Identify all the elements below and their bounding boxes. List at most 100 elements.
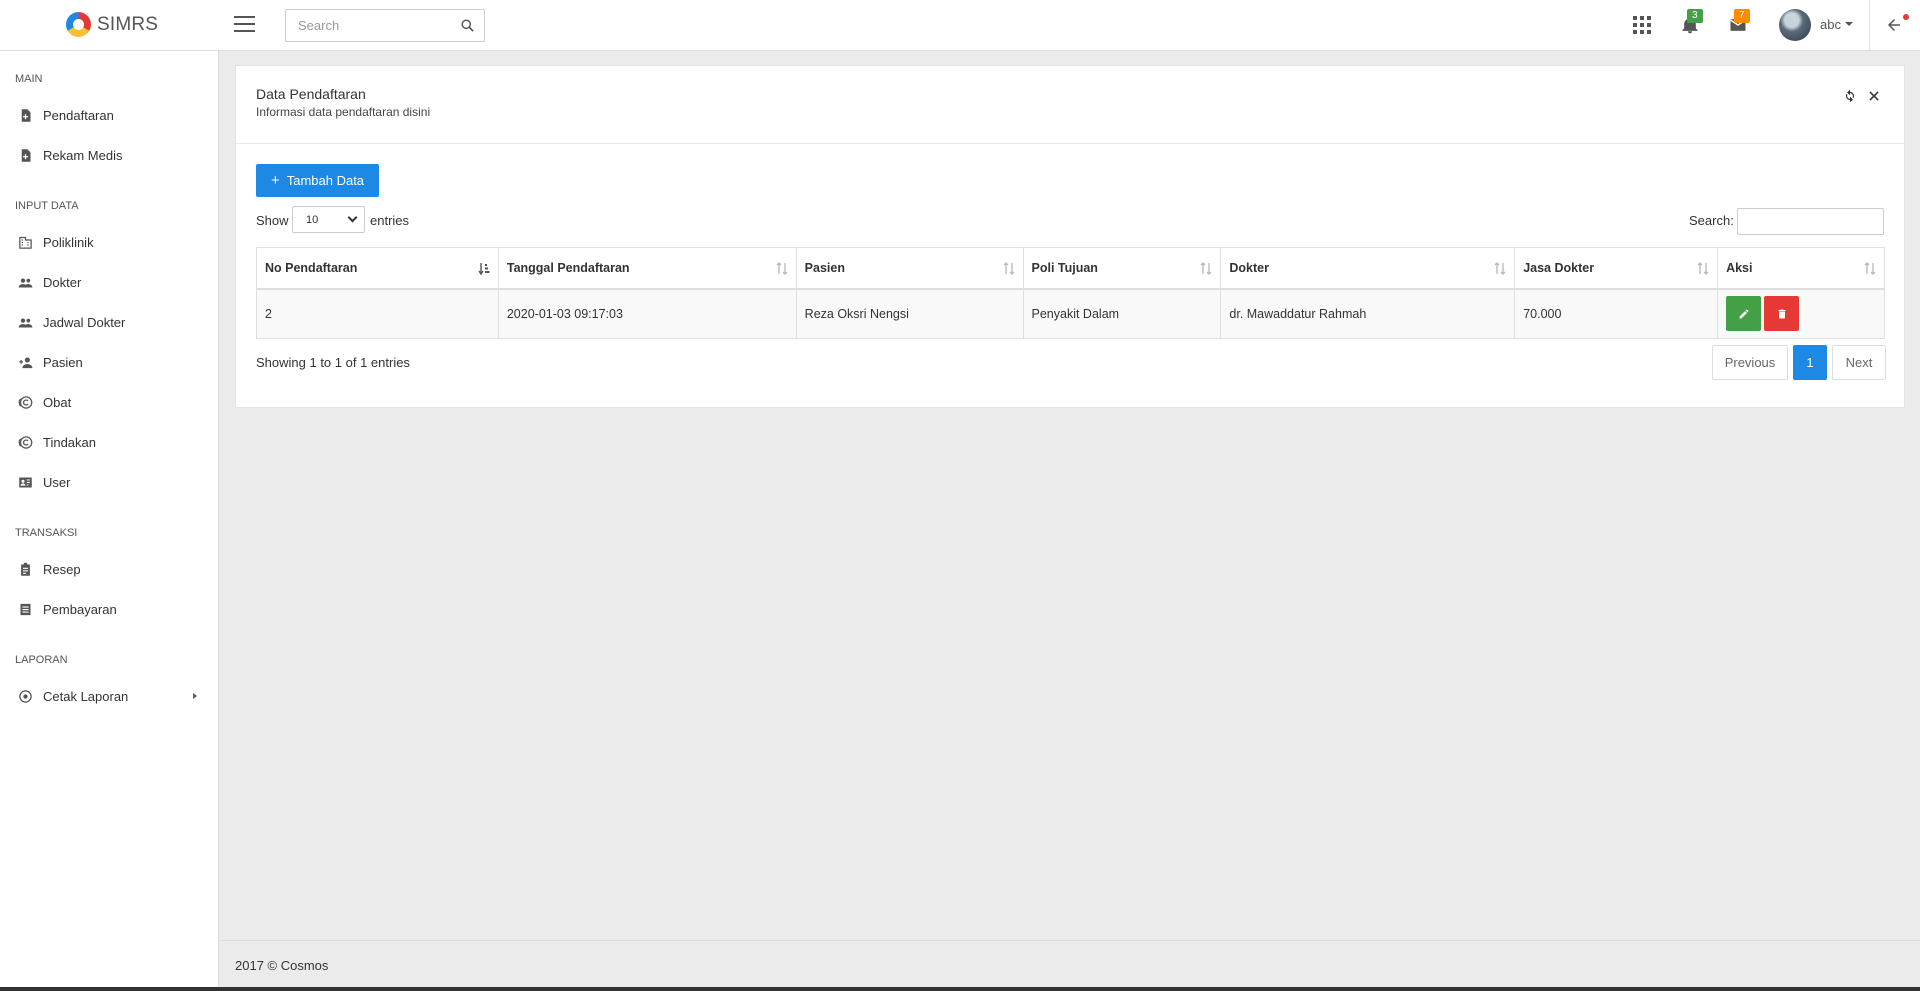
entries-select-value: 10 [306, 213, 319, 226]
building-icon [19, 236, 32, 249]
column-label: Tanggal Pendaftaran [506, 260, 630, 275]
sidebar-item-label: Obat [43, 394, 72, 410]
sidebar-item-rekam-medis[interactable]: Rekam Medis [0, 137, 218, 173]
column-header-aksi[interactable]: Aksi [1717, 247, 1885, 290]
entries-select[interactable]: 10 [292, 206, 365, 233]
sidebar-item-label: Jadwal Dokter [43, 314, 126, 330]
sidebar-section-transaksi: TRANSAKSI [15, 527, 78, 539]
brand-logo [66, 12, 91, 37]
delete-button[interactable] [1764, 296, 1800, 332]
column-header-dokter[interactable]: Dokter [1220, 247, 1516, 290]
user-name[interactable]: abc [1820, 17, 1841, 32]
sidebar-item-pendaftaran[interactable]: Pendaftaran [0, 97, 218, 133]
column-header-tanggal-pendaftaran[interactable]: Tanggal Pendaftaran [497, 247, 797, 290]
pagination-next[interactable]: Next [1832, 345, 1886, 380]
table-header-row: No Pendaftaran Tanggal Pendaftaran Pasie… [256, 247, 1885, 290]
table-row: 2 2020-01-03 09:17:03 Reza Oksri Nengsi … [256, 288, 1885, 339]
divider [1869, 0, 1870, 50]
add-data-label: Tambah Data [286, 173, 365, 188]
column-label: Jasa Dokter [1523, 260, 1595, 275]
sidebar-item-dokter[interactable]: Dokter [0, 264, 218, 300]
close-icon[interactable] [1867, 89, 1881, 103]
pencil-icon [1739, 309, 1749, 319]
clipboard-icon [21, 562, 30, 576]
footer: 2017 © Cosmos [219, 940, 1920, 991]
sidebar-item-jadwal-dokter[interactable]: Jadwal Dokter [0, 304, 218, 340]
column-header-pasien[interactable]: Pasien [795, 247, 1024, 290]
logout-arrow-icon[interactable] [1884, 16, 1904, 34]
column-header-jasa-dokter[interactable]: Jasa Dokter [1514, 247, 1719, 290]
sidebar-item-label: Pembayaran [43, 601, 117, 617]
pagination-page-1[interactable]: 1 [1793, 345, 1827, 380]
cell-tanggal-pendaftaran: 2020-01-03 09:17:03 [497, 288, 797, 339]
sidebar-section-main: MAIN [15, 73, 43, 85]
cell-poli-tujuan: Penyakit Dalam [1022, 288, 1222, 339]
avatar[interactable] [1779, 9, 1811, 41]
sidebar-item-tindakan[interactable]: Tindakan [0, 424, 218, 460]
sort-icon [1200, 262, 1212, 275]
column-label: Pasien [804, 260, 845, 275]
alert-dot [1903, 14, 1909, 20]
list-icon [20, 603, 31, 615]
card-header: Data Pendaftaran Informasi data pendafta… [236, 66, 1904, 144]
column-label: Poli Tujuan [1031, 260, 1098, 275]
sidebar-item-resep[interactable]: Resep [0, 551, 218, 587]
sort-icon [1864, 262, 1876, 275]
table-search-input[interactable] [1737, 208, 1884, 235]
sidebar-item-user[interactable]: User [0, 464, 218, 500]
chevron-down-icon[interactable] [1845, 22, 1853, 26]
pagination-previous[interactable]: Previous [1712, 345, 1788, 380]
search-input[interactable] [286, 10, 446, 41]
search-icon[interactable] [460, 18, 475, 33]
edit-button[interactable] [1726, 296, 1762, 332]
sort-icon [1697, 262, 1709, 275]
sidebar-item-label: Rekam Medis [43, 147, 123, 163]
entries-label: entries [370, 213, 410, 228]
sidebar-item-obat[interactable]: Obat [0, 384, 218, 420]
menu-toggle-icon[interactable] [234, 16, 255, 34]
data-table: No Pendaftaran Tanggal Pendaftaran Pasie… [256, 247, 1885, 339]
column-header-poli-tujuan[interactable]: Poli Tujuan [1022, 247, 1222, 290]
chevron-down-icon [347, 212, 358, 223]
column-header-no-pendaftaran[interactable]: No Pendaftaran [256, 247, 499, 290]
apps-grid-icon[interactable] [1633, 16, 1651, 34]
sidebar-item-label: Tindakan [43, 434, 96, 450]
card-title: Data Pendaftaran [256, 86, 366, 102]
sort-icon [776, 262, 788, 275]
trash-icon [1778, 309, 1786, 319]
sidebar-item-label: Cetak Laporan [43, 688, 129, 704]
sidebar-item-label: Poliklinik [43, 234, 94, 250]
id-card-icon [19, 477, 32, 487]
sidebar: MAIN Pendaftaran Rekam Medis INPUT DATA … [0, 51, 219, 991]
sort-icon [1494, 262, 1506, 275]
bottom-border [0, 987, 1920, 991]
file-plus-icon [21, 148, 31, 162]
top-navbar: SIMRS 3 7 abc [0, 0, 1920, 51]
add-data-button[interactable]: + Tambah Data [256, 164, 379, 197]
copyright-circle-icon [18, 435, 33, 449]
people-icon [18, 317, 33, 327]
sidebar-item-pembayaran[interactable]: Pembayaran [0, 591, 218, 627]
sidebar-section-input-data: INPUT DATA [15, 200, 79, 212]
sidebar-item-cetak-laporan[interactable]: Cetak Laporan [0, 678, 218, 714]
column-label: Dokter [1229, 260, 1269, 275]
table-search-label: Search: [1689, 213, 1734, 228]
brand[interactable]: SIMRS [66, 12, 158, 37]
sort-ascending-icon [478, 263, 490, 275]
refresh-icon[interactable] [1843, 89, 1857, 103]
data-pendaftaran-card: Data Pendaftaran Informasi data pendafta… [235, 65, 1905, 408]
search-box [285, 9, 485, 42]
cell-dokter: dr. Mawaddatur Rahmah [1220, 288, 1516, 339]
cell-no-pendaftaran: 2 [256, 288, 499, 339]
sidebar-item-label: Pendaftaran [43, 107, 114, 123]
notification-count-badge: 3 [1687, 9, 1703, 23]
person-add-icon [19, 357, 33, 368]
copyright-circle-icon [18, 395, 33, 409]
sidebar-item-poliklinik[interactable]: Poliklinik [0, 224, 218, 260]
footer-text: 2017 © Cosmos [235, 958, 329, 973]
table-info: Showing 1 to 1 of 1 entries [256, 355, 410, 370]
sort-icon [1003, 262, 1015, 275]
sidebar-item-label: User [43, 474, 71, 490]
sidebar-item-pasien[interactable]: Pasien [0, 344, 218, 380]
sidebar-item-label: Dokter [43, 274, 82, 290]
